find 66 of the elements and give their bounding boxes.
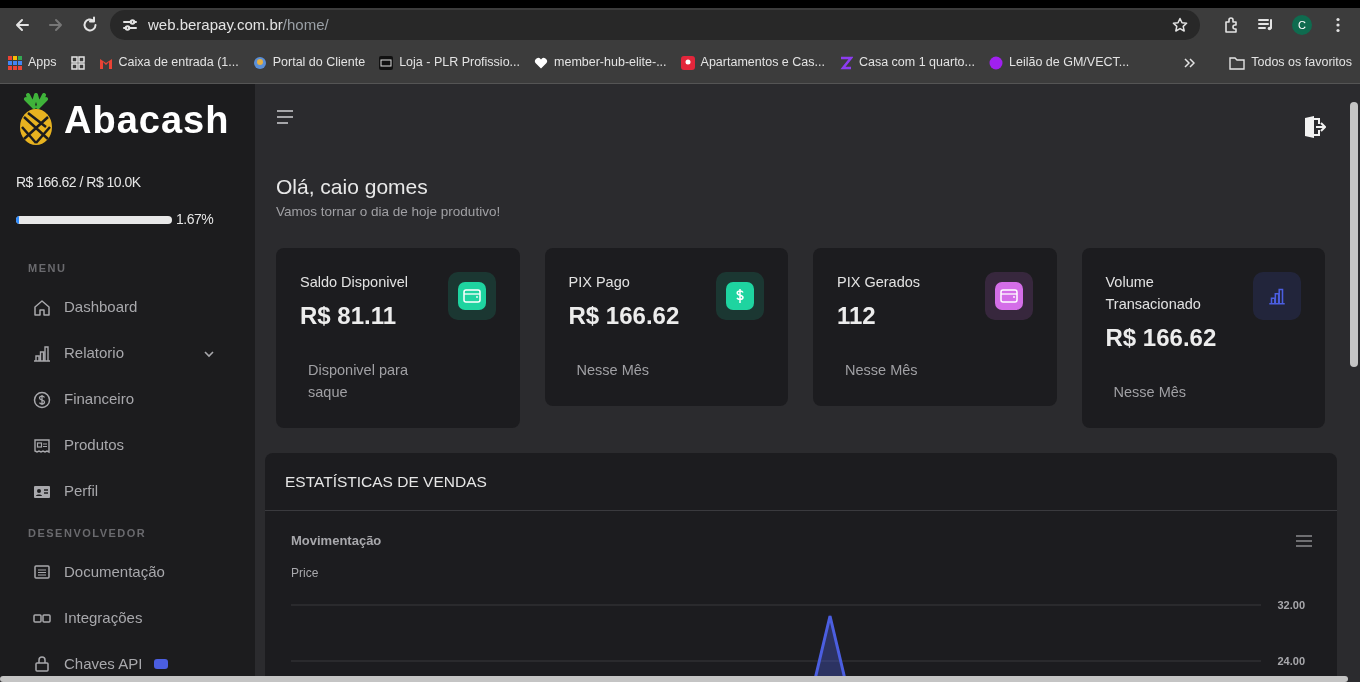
circle-icon [989, 55, 1003, 70]
document-icon [32, 562, 52, 582]
greeting-title: Olá, caio gomes [276, 174, 429, 200]
profile-avatar[interactable]: C [1292, 15, 1312, 35]
stat-note: Nesse Mês [1112, 382, 1188, 402]
stat-note: Nesse Mês [844, 361, 919, 381]
address-field[interactable]: web.berapay.com.br/home/ [110, 10, 1200, 40]
nav-item[interactable]: Documentação [16, 549, 239, 595]
progress-percent: 1.67% [176, 210, 214, 229]
folder-icon [1229, 55, 1246, 70]
bookmark[interactable]: Portal do Cliente [252, 53, 366, 72]
stat-note: Disponivel para saque [307, 361, 409, 402]
lock-icon [32, 654, 52, 674]
bookmark-folder[interactable]: Todos os favoritos [1209, 53, 1352, 72]
site-settings-icon [122, 17, 138, 33]
panel-title: ESTATÍSTICAS DE VENDAS [265, 452, 1337, 511]
letter-z-icon [838, 55, 853, 70]
greeting-subtitle: Vamos tornar o dia de hoje produtivo! [276, 203, 502, 222]
bar-chart-icon [32, 343, 52, 364]
logout-icon[interactable] [1302, 115, 1326, 139]
bookmark[interactable]: Casa com 1 quarto... [838, 53, 975, 72]
nav-item[interactable]: Perfil [16, 468, 239, 515]
brand-name: Abacash [64, 97, 230, 143]
stat-label: PIX Pago [568, 273, 631, 293]
menu-icon[interactable] [1296, 533, 1312, 548]
nav-item[interactable]: Financeiro [16, 376, 239, 423]
bookmark[interactable]: Leilão de GM/VECT... [989, 53, 1130, 72]
dollar-circle-icon [32, 389, 52, 410]
stat-note: Nesse Mês [575, 361, 651, 381]
grid-icon[interactable] [70, 55, 85, 70]
scrollbar-thumb[interactable] [1350, 102, 1358, 367]
square-icon [379, 55, 394, 70]
reload-icon[interactable] [81, 16, 99, 34]
stat-label: PIX Gerados [837, 273, 920, 293]
chevron-double-icon[interactable] [1183, 56, 1196, 69]
nav-item[interactable]: Produtos [16, 422, 239, 469]
star-icon[interactable] [1172, 17, 1188, 33]
stat-value: 112 [837, 301, 877, 332]
bookmark[interactable]: Caixa de entrada (1... [98, 53, 239, 72]
axis-tick-label: 24.00 [1277, 655, 1305, 668]
home-icon [32, 297, 52, 318]
section-heading: DESENVOLVEDOR [27, 525, 148, 541]
nav-item[interactable]: Dashboard [16, 284, 239, 331]
stat-value: R$ 166.62 [568, 301, 680, 332]
stat-label: Saldo Disponivel [300, 273, 408, 293]
bookmark[interactable]: Apps [8, 53, 57, 72]
nav-item[interactable]: Relatorio [16, 330, 239, 377]
bookmark[interactable]: Apartamentos e Cas... [680, 53, 825, 72]
heart-icon [534, 55, 549, 70]
back-icon[interactable] [13, 16, 31, 34]
section-heading: MENU [27, 261, 68, 276]
apps-grid-icon [8, 55, 22, 70]
bookmark[interactable]: Loja - PLR Profissio... [379, 53, 521, 72]
scrollbar-thumb[interactable] [0, 676, 1348, 682]
nav-item[interactable]: Integrações [16, 595, 239, 641]
axis-label: Price [291, 565, 320, 583]
axis-tick-label: 32.00 [1277, 599, 1305, 612]
nav-item[interactable]: Chaves API [16, 641, 239, 681]
chart-title: Movimentação [291, 531, 382, 550]
usage-text: R$ 166.62 / R$ 10.0K [16, 173, 142, 192]
stat-label: Volume Transacionado [1105, 273, 1202, 315]
bookmark[interactable]: member-hub-elite-... [534, 53, 667, 72]
stat-value: R$ 166.62 [1105, 322, 1218, 353]
stat-value: R$ 81.11 [300, 301, 398, 332]
menu-icon[interactable] [276, 109, 294, 125]
url-text: web.berapay.com.br/home/ [148, 14, 330, 35]
